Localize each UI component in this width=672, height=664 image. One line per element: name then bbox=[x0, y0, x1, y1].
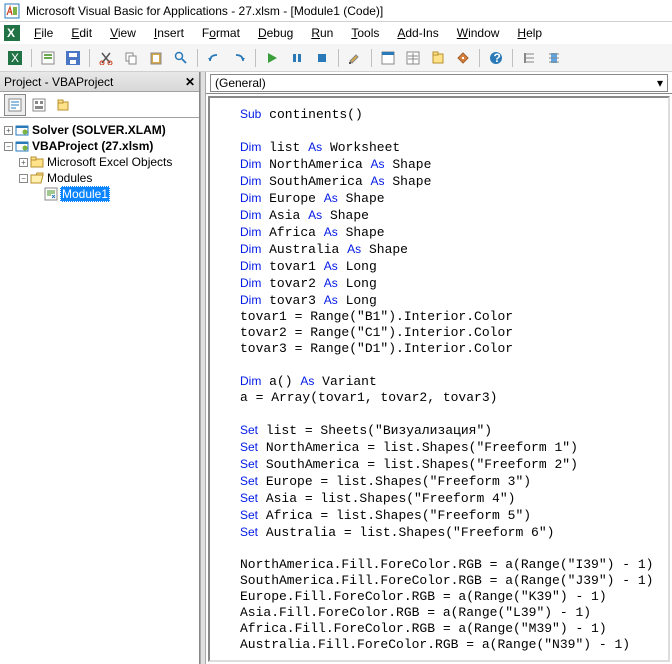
svg-text:?: ? bbox=[494, 51, 501, 65]
menu-insert[interactable]: Insert bbox=[146, 24, 192, 42]
project-icon bbox=[15, 139, 29, 153]
collapse-icon[interactable]: − bbox=[4, 142, 13, 151]
toolbar: X ? bbox=[0, 44, 672, 72]
code-text[interactable]: Sub continents() Dim list As Worksheet D… bbox=[240, 106, 660, 662]
bookmark-button[interactable] bbox=[543, 47, 565, 69]
object-dropdown[interactable]: (General) ▾ bbox=[210, 74, 668, 92]
menu-file[interactable]: File bbox=[26, 24, 61, 42]
menu-bar: X File Edit View Insert Format Debug Run… bbox=[0, 22, 672, 44]
tree-label: Module1 bbox=[60, 186, 110, 202]
project-panel-title: Project - VBAProject bbox=[4, 75, 113, 89]
toggle-folders-button[interactable] bbox=[52, 94, 74, 116]
menu-format[interactable]: Format bbox=[194, 24, 248, 42]
redo-button[interactable] bbox=[228, 47, 250, 69]
code-area: (General) ▾ Sub continents() Dim list As… bbox=[206, 72, 672, 664]
find-button[interactable] bbox=[170, 47, 192, 69]
project-panel-header: Project - VBAProject ✕ bbox=[0, 72, 199, 92]
module-icon bbox=[44, 187, 58, 201]
help-button[interactable]: ? bbox=[485, 47, 507, 69]
code-editor[interactable]: Sub continents() Dim list As Worksheet D… bbox=[208, 96, 670, 662]
tree-node-vbaproject[interactable]: − VBAProject (27.xlsm) bbox=[2, 138, 197, 154]
folder-icon bbox=[30, 155, 44, 169]
menu-help[interactable]: Help bbox=[509, 24, 550, 42]
run-button[interactable] bbox=[261, 47, 283, 69]
properties-button[interactable] bbox=[402, 47, 424, 69]
dropdown-value: (General) bbox=[215, 76, 266, 90]
view-object-button[interactable] bbox=[28, 94, 50, 116]
tree-label: Microsoft Excel Objects bbox=[46, 155, 173, 169]
folder-open-icon bbox=[30, 171, 44, 185]
window-title: Microsoft Visual Basic for Applications … bbox=[26, 4, 383, 18]
break-button[interactable] bbox=[286, 47, 308, 69]
object-browser-button[interactable] bbox=[427, 47, 449, 69]
reset-button[interactable] bbox=[311, 47, 333, 69]
close-icon[interactable]: ✕ bbox=[185, 75, 195, 89]
cut-button[interactable] bbox=[95, 47, 117, 69]
project-explorer-button[interactable] bbox=[377, 47, 399, 69]
project-explorer: Project - VBAProject ✕ + Solver (SOLVER.… bbox=[0, 72, 200, 664]
excel-icon[interactable]: X bbox=[4, 25, 20, 41]
menu-run[interactable]: Run bbox=[303, 24, 341, 42]
collapse-icon[interactable]: − bbox=[19, 174, 28, 183]
menu-window[interactable]: Window bbox=[449, 24, 508, 42]
design-mode-button[interactable] bbox=[344, 47, 366, 69]
tree-node-excel-objects[interactable]: + Microsoft Excel Objects bbox=[2, 154, 197, 170]
menu-addins[interactable]: Add-Ins bbox=[389, 24, 446, 42]
tree-label: Modules bbox=[46, 171, 93, 185]
tree-label: VBAProject (27.xlsm) bbox=[31, 139, 154, 153]
menu-tools[interactable]: Tools bbox=[343, 24, 387, 42]
svg-text:X: X bbox=[7, 26, 15, 40]
project-tree[interactable]: + Solver (SOLVER.XLAM) − VBAProject (27.… bbox=[0, 118, 199, 664]
copy-button[interactable] bbox=[120, 47, 142, 69]
tree-node-module1[interactable]: Module1 bbox=[2, 186, 197, 202]
expand-icon[interactable]: + bbox=[19, 158, 28, 167]
chevron-down-icon: ▾ bbox=[657, 76, 663, 90]
insert-button[interactable] bbox=[37, 47, 59, 69]
menu-debug[interactable]: Debug bbox=[250, 24, 301, 42]
title-bar: Microsoft Visual Basic for Applications … bbox=[0, 0, 672, 22]
tree-label: Solver (SOLVER.XLAM) bbox=[31, 123, 167, 137]
view-code-button[interactable] bbox=[4, 94, 26, 116]
save-button[interactable] bbox=[62, 47, 84, 69]
svg-text:X: X bbox=[11, 51, 19, 65]
menu-view[interactable]: View bbox=[102, 24, 144, 42]
ln-col-button[interactable] bbox=[518, 47, 540, 69]
view-excel-button[interactable]: X bbox=[4, 47, 26, 69]
project-icon bbox=[15, 123, 29, 137]
expand-icon[interactable]: + bbox=[4, 126, 13, 135]
tree-node-solver[interactable]: + Solver (SOLVER.XLAM) bbox=[2, 122, 197, 138]
toolbox-button[interactable] bbox=[452, 47, 474, 69]
menu-edit[interactable]: Edit bbox=[63, 24, 100, 42]
vba-app-icon bbox=[4, 3, 20, 19]
code-dropdown-bar: (General) ▾ bbox=[206, 72, 672, 94]
paste-button[interactable] bbox=[145, 47, 167, 69]
project-panel-toolbar bbox=[0, 92, 199, 118]
undo-button[interactable] bbox=[203, 47, 225, 69]
tree-node-modules[interactable]: − Modules bbox=[2, 170, 197, 186]
